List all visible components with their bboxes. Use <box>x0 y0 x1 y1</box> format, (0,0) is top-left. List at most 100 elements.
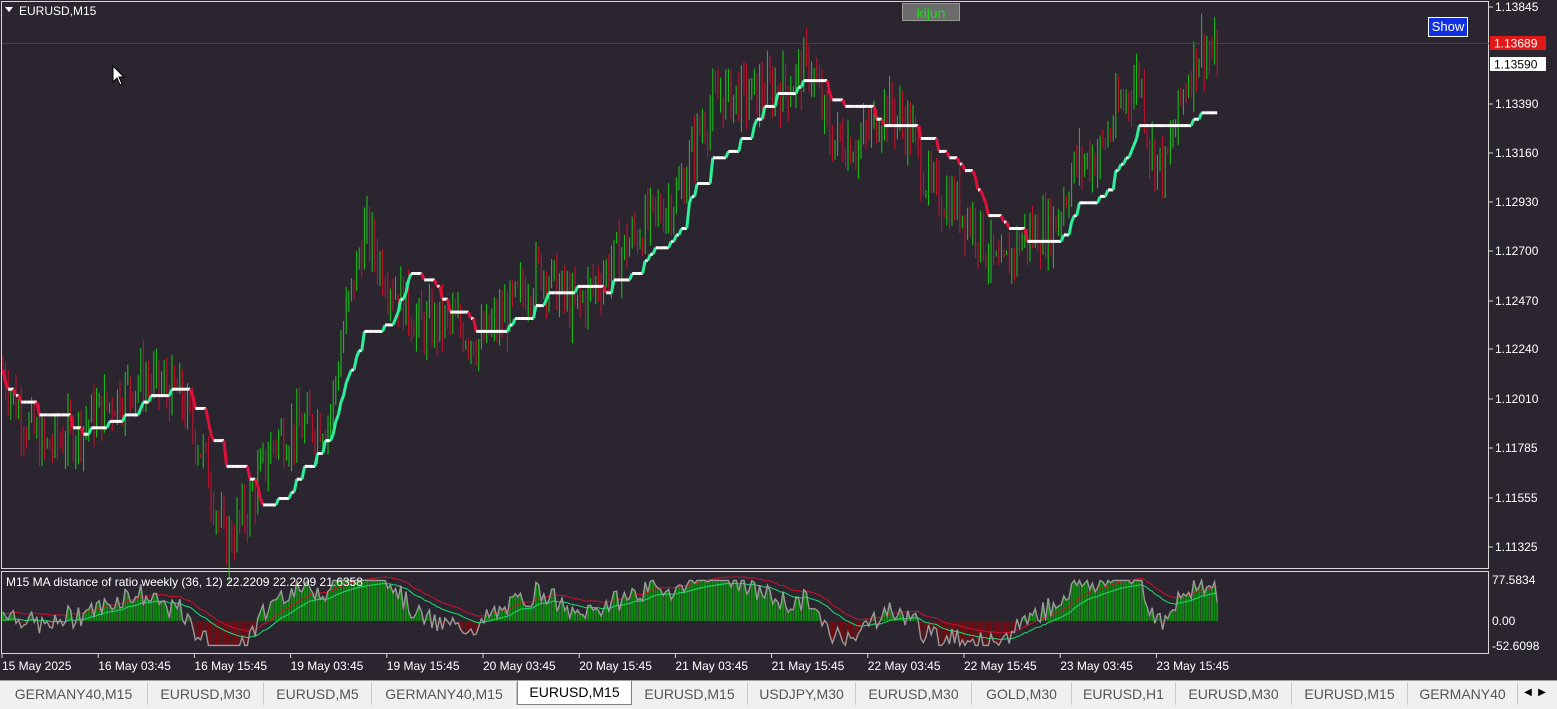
indicator-tick-label: 0.00 <box>1492 614 1516 628</box>
price-tick-label: 1.11325 <box>1495 540 1538 554</box>
kijun-segment <box>336 401 343 416</box>
kijun-segment <box>222 440 229 467</box>
kijun-segment <box>1000 215 1006 223</box>
kijun-segment <box>206 421 213 435</box>
kijun-segment <box>420 272 426 281</box>
kijun-segment <box>1127 150 1133 159</box>
kijun-line <box>1 79 1218 507</box>
kijun-segment <box>1111 170 1118 191</box>
kijun-button[interactable]: kijun <box>902 3 960 21</box>
time-tick-label: 16 May 15:45 <box>194 659 267 673</box>
kijun-segment <box>1132 137 1138 146</box>
kijun-segment <box>955 157 962 165</box>
kijun-segment <box>1130 144 1136 152</box>
chart-canvas[interactable]: 1.13845 1.13390 1.13160 1.12930 1.12700 1.124… <box>0 0 1557 680</box>
ask-price-label: 1.13689 <box>1494 37 1538 51</box>
indicator-tick-label: -52.6098 <box>1492 639 1540 653</box>
kijun-segment <box>209 433 215 442</box>
kijun-segment <box>274 497 280 506</box>
tab-eurusd-m15[interactable]: EURUSD,M15 <box>632 683 748 705</box>
tab-scroll-right-icon[interactable]: ▶ <box>1536 685 1548 701</box>
tab-gold-m30[interactable]: GOLD,M30 <box>972 683 1072 705</box>
time-tick-label: 21 May 15:45 <box>772 659 845 673</box>
tab-eurusd-m30[interactable]: EURUSD,M30 <box>1176 683 1292 705</box>
tab-eurusd-m30[interactable]: EURUSD,M30 <box>856 683 972 705</box>
tab-eurusd-m15[interactable]: EURUSD,M15 <box>517 681 632 705</box>
kijun-segment <box>292 478 299 493</box>
kijun-segment <box>971 170 977 178</box>
price-tick-label: 1.13160 <box>1495 146 1539 160</box>
tab-germany40[interactable]: GERMANY40 <box>1408 683 1518 705</box>
kijun-segment <box>672 234 678 242</box>
show-button[interactable]: Show <box>1428 17 1468 37</box>
time-axis: 15 May 2025 16 May 03:45 16 May 15:45 19 Ma… <box>1 654 1229 673</box>
kijun-segment <box>737 138 743 152</box>
time-tick-label: 22 May 15:45 <box>964 659 1037 673</box>
kijun-segment <box>339 395 345 403</box>
time-tick-label: 19 May 03:45 <box>291 659 364 673</box>
kijun-segment <box>1197 112 1203 120</box>
kijun-segment <box>467 311 473 320</box>
kijun-segment <box>35 401 41 416</box>
price-tick-label: 1.12470 <box>1495 294 1539 308</box>
time-tick-label: 20 May 03:45 <box>483 659 556 673</box>
kijun-segment <box>204 408 210 422</box>
kijun-segment <box>360 331 366 351</box>
price-tick-label: 1.13845 <box>1495 0 1539 14</box>
kijun-segment <box>300 466 307 480</box>
kijun-segment <box>651 247 657 255</box>
kijun-segment <box>136 407 143 416</box>
kijun-segment <box>646 253 652 262</box>
kijun-segment <box>342 382 348 396</box>
kijun-segment <box>1122 157 1128 165</box>
kijun-segment <box>381 324 387 332</box>
time-tick-label: 19 May 15:45 <box>387 659 460 673</box>
time-tick-label: 23 May 03:45 <box>1060 659 1133 673</box>
kijun-segment <box>259 497 265 506</box>
tab-eurusd-m30[interactable]: EURUSD,M30 <box>148 683 264 705</box>
kijun-segment <box>1067 221 1074 236</box>
chart-window[interactable]: 1.13845 1.13390 1.13160 1.12930 1.12700 1.124… <box>0 0 1557 680</box>
price-tick-label: 1.11555 <box>1495 491 1538 505</box>
price-tick-label: 1.13390 <box>1495 97 1539 111</box>
kijun-segment <box>693 183 699 197</box>
candles <box>2 13 1218 584</box>
kijun-segment <box>334 414 340 422</box>
chart-menu-triangle-icon[interactable] <box>5 7 13 12</box>
kijun-segment <box>511 317 517 326</box>
kijun-segment <box>945 150 951 159</box>
kijun-segment <box>984 202 990 216</box>
kijun-segment <box>355 350 361 358</box>
kijun-segment <box>1005 221 1011 230</box>
kijun-segment <box>1104 189 1110 197</box>
bid-price-label: 1.13590 <box>1494 58 1538 72</box>
kijun-segment <box>1096 195 1102 204</box>
kijun-segment <box>750 125 756 139</box>
tab-germany40-m15[interactable]: GERMANY40,M15 <box>0 683 148 705</box>
tab-eurusd-m15[interactable]: EURUSD,M15 <box>1292 683 1408 705</box>
tab-scroll-left-icon[interactable]: ◀ <box>1522 685 1534 701</box>
kijun-segment <box>979 189 985 197</box>
indicator-tick-label: 77.5834 <box>1492 573 1536 587</box>
price-tick-label: 1.12700 <box>1495 244 1539 258</box>
price-tick-label: 1.12240 <box>1495 342 1539 356</box>
price-axis: 1.13845 1.13390 1.13160 1.12930 1.12700 1.124… <box>1489 0 1539 554</box>
kijun-segment <box>344 375 351 384</box>
kijun-segment <box>391 317 397 326</box>
kijun-segment <box>841 99 847 107</box>
tab-eurusd-m5[interactable]: EURUSD,M5 <box>264 683 372 705</box>
tab-usdjpy-m30[interactable]: USDJPY,M30 <box>748 683 856 705</box>
kijun-segment <box>641 260 647 274</box>
kijun-segment <box>472 318 478 332</box>
kijun-segment <box>1135 125 1141 139</box>
kijun-segment <box>667 240 673 249</box>
time-tick-label: 23 May 15:45 <box>1156 659 1229 673</box>
tab-germany40-m15[interactable]: GERMANY40,M15 <box>372 683 517 705</box>
tab-eurusd-h1[interactable]: EURUSD,H1 <box>1072 683 1176 705</box>
kijun-segment <box>724 150 730 159</box>
kijun-segment <box>433 279 439 287</box>
indicator-histogram <box>2 580 1219 646</box>
kijun-segment <box>981 195 988 204</box>
kijun-segment <box>105 420 111 429</box>
time-tick-label: 15 May 2025 <box>2 659 72 673</box>
